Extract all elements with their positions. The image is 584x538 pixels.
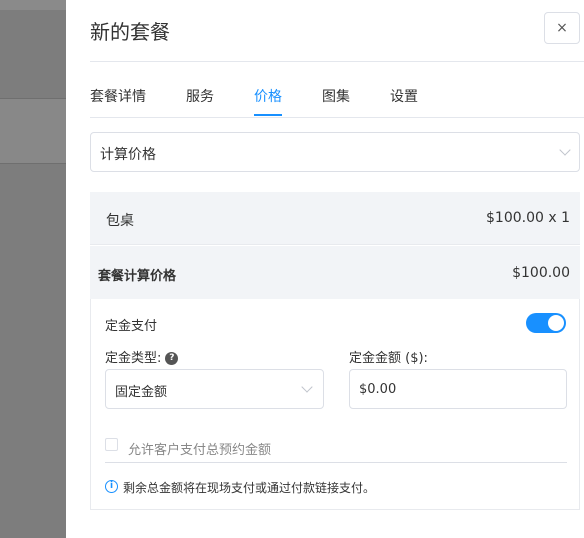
deposit-info-text: 剩余总金额将在现场支付或通过付款链接支付。 bbox=[123, 481, 376, 495]
deposit-type-label: 定金类型:? bbox=[105, 347, 179, 366]
tab-settings[interactable]: 设置 bbox=[390, 86, 418, 116]
close-icon: × bbox=[556, 20, 568, 36]
tab-gallery[interactable]: 图集 bbox=[322, 86, 350, 116]
line-item-price: $100.00 x 1 bbox=[486, 210, 570, 226]
line-item-name: 包桌 bbox=[106, 213, 134, 229]
backdrop-row bbox=[0, 98, 66, 164]
deposit-section: 定金支付 定金类型:? 定金金额 ($): 固定金额 允许客户支付总预约金额 i… bbox=[90, 299, 580, 510]
total-label: 套餐计算价格 bbox=[98, 269, 177, 284]
toggle-knob bbox=[548, 315, 564, 331]
pricing-mode-value: 计算价格 bbox=[100, 147, 156, 163]
deposit-divider bbox=[105, 462, 567, 463]
deposit-type-value: 固定金额 bbox=[115, 385, 168, 400]
deposit-amount-label: 定金金额 ($): bbox=[349, 351, 428, 366]
chevron-down-icon bbox=[559, 144, 571, 156]
tab-price[interactable]: 价格 bbox=[254, 86, 282, 116]
backdrop-header bbox=[0, 0, 66, 10]
line-item-row: 包桌 $100.00 x 1 bbox=[90, 192, 580, 245]
chevron-down-icon bbox=[301, 381, 313, 393]
tab-package-details[interactable]: 套餐详情 bbox=[90, 86, 146, 116]
deposit-amount-input[interactable] bbox=[349, 369, 567, 409]
tab-services[interactable]: 服务 bbox=[186, 86, 214, 116]
allow-full-payment-label[interactable]: 允许客户支付总预约金额 bbox=[128, 439, 271, 458]
deposit-toggle[interactable] bbox=[526, 313, 566, 333]
tab-bar: 套餐详情 服务 价格 图集 设置 bbox=[90, 86, 458, 116]
page-backdrop[interactable] bbox=[0, 0, 66, 538]
total-value: $100.00 bbox=[512, 265, 570, 281]
question-icon[interactable]: ? bbox=[165, 352, 179, 365]
pricing-mode-select[interactable]: 计算价格 bbox=[90, 132, 580, 172]
info-icon: i bbox=[105, 480, 118, 493]
tabs-divider bbox=[90, 117, 584, 118]
close-button[interactable]: × bbox=[544, 12, 580, 44]
total-row: 套餐计算价格 $100.00 bbox=[90, 246, 580, 299]
deposit-type-select[interactable]: 固定金额 bbox=[105, 369, 324, 409]
new-package-drawer: 新的套餐 × 套餐详情 服务 价格 图集 设置 计算价格 包桌 $100.00 … bbox=[66, 0, 584, 538]
drawer-title: 新的套餐 bbox=[90, 20, 170, 44]
allow-full-payment-checkbox[interactable] bbox=[105, 438, 118, 451]
deposit-label: 定金支付 bbox=[105, 319, 158, 334]
deposit-type-label-text: 定金类型: bbox=[105, 351, 162, 366]
header-divider bbox=[90, 61, 584, 62]
